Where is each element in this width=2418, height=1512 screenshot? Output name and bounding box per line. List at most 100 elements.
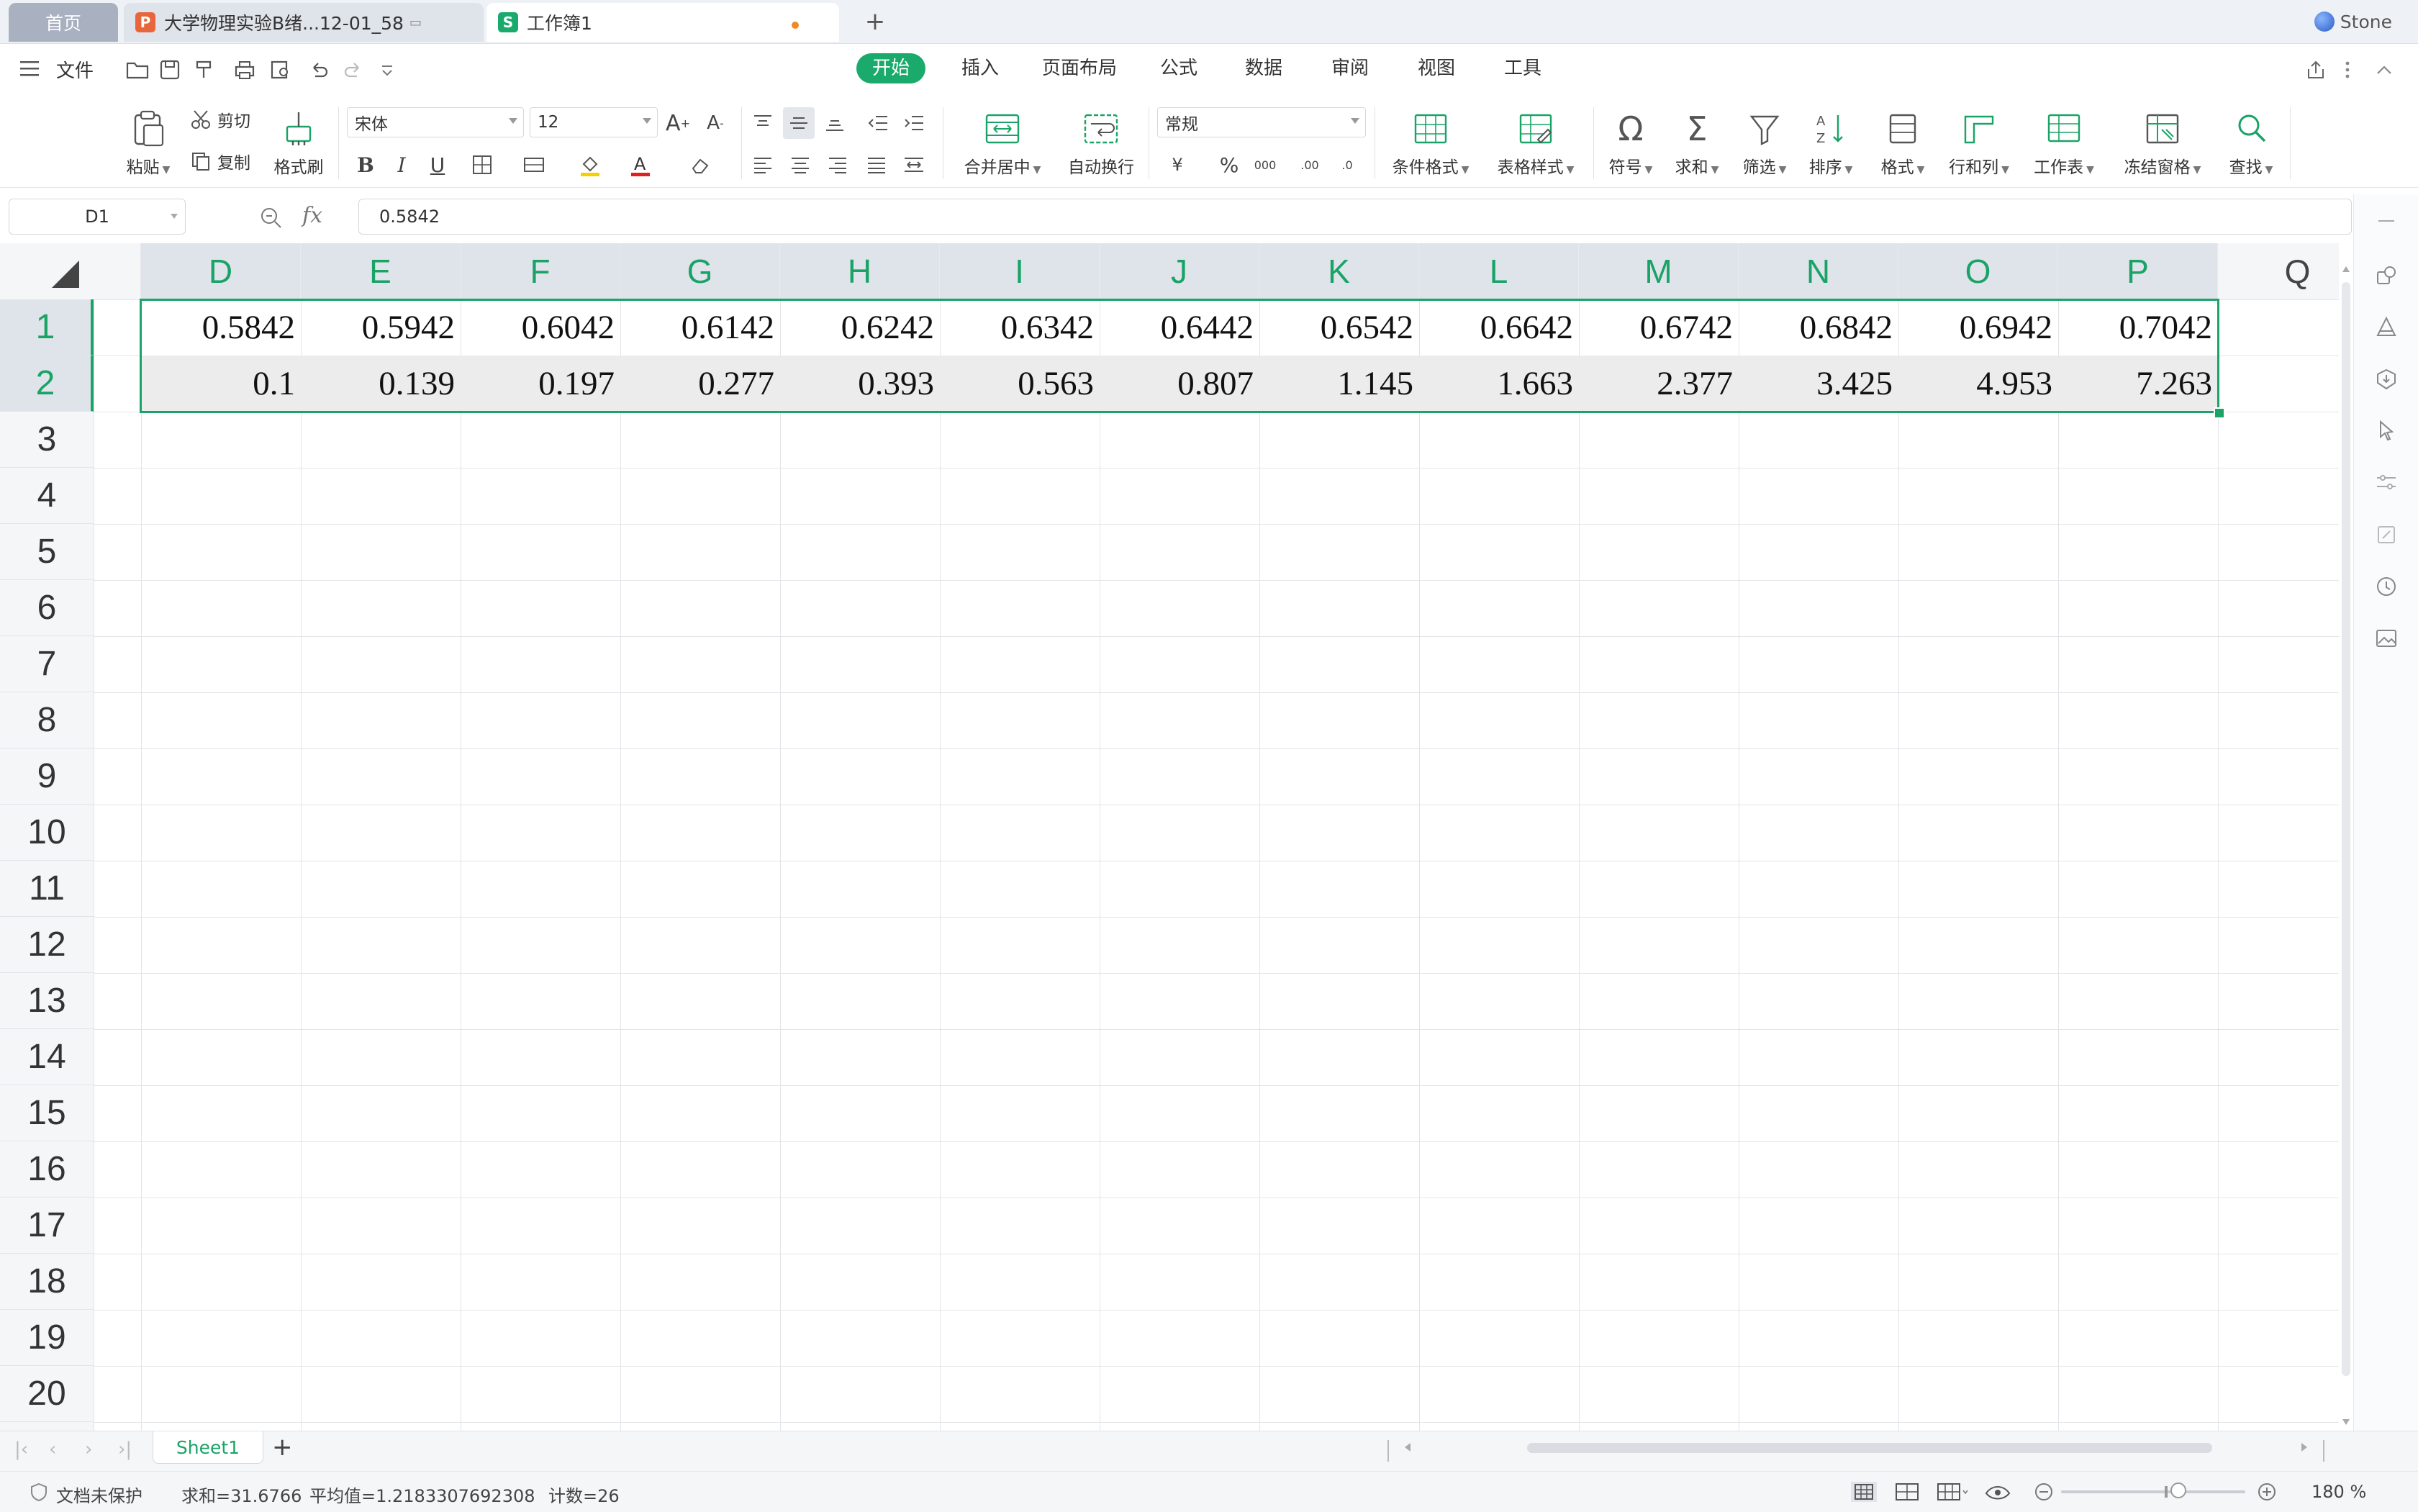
merge-center-button[interactable]: 合并居中 ▼ <box>957 107 1048 178</box>
zoom-out-icon[interactable] <box>2034 1482 2054 1502</box>
prev-sheet-icon[interactable]: ‹ <box>49 1439 56 1460</box>
ribbon-tab-home[interactable]: 开始 <box>856 53 926 83</box>
more-options-icon[interactable] <box>2340 59 2355 81</box>
row-header-7[interactable]: 7 <box>0 636 94 692</box>
decrease-indent-icon[interactable] <box>862 107 894 139</box>
distribute-icon[interactable] <box>898 149 930 181</box>
align-center-icon[interactable] <box>784 149 816 181</box>
row-header-9[interactable]: 9 <box>0 748 94 805</box>
fill-handle[interactable] <box>2214 407 2225 419</box>
zoom-level[interactable]: 180 % <box>2311 1482 2366 1502</box>
backup-icon[interactable] <box>2374 367 2399 391</box>
copy-button[interactable]: 复制 <box>190 149 250 173</box>
vertical-scrollbar[interactable] <box>2340 266 2352 1425</box>
user-account[interactable]: Stone <box>2314 6 2392 37</box>
add-sheet-button[interactable]: + <box>272 1433 293 1462</box>
ribbon-tab-insert[interactable]: 插入 <box>946 53 1015 83</box>
align-right-icon[interactable] <box>822 149 853 181</box>
row-header-11[interactable]: 11 <box>0 861 94 917</box>
column-header-k[interactable]: K <box>1259 243 1419 299</box>
zoom-in-icon[interactable] <box>2257 1482 2277 1502</box>
column-header-h[interactable]: H <box>780 243 940 299</box>
row-header-4[interactable]: 4 <box>0 468 94 524</box>
cut-button[interactable]: 剪切 <box>190 107 250 132</box>
next-sheet-icon[interactable]: › <box>85 1439 92 1460</box>
decrease-font-icon[interactable]: A- <box>699 107 731 139</box>
row-header-14[interactable]: 14 <box>0 1029 94 1085</box>
formula-input[interactable]: 0.5842 <box>358 199 2352 235</box>
row-header-15[interactable]: 15 <box>0 1085 94 1141</box>
column-header-j[interactable]: J <box>1100 243 1259 299</box>
align-left-icon[interactable] <box>747 149 779 181</box>
wrap-text-button[interactable]: 自动换行 <box>1064 107 1138 178</box>
conditional-format-button[interactable]: 条件格式 ▼ <box>1385 107 1477 178</box>
table-style-button[interactable]: 表格样式 ▼ <box>1490 107 1582 178</box>
zoom-slider[interactable] <box>2061 1482 2245 1498</box>
number-format-select[interactable]: 常规 <box>1157 107 1366 137</box>
tab-home[interactable]: 首页 <box>9 3 118 42</box>
row-header-17[interactable]: 17 <box>0 1198 94 1254</box>
column-header-n[interactable]: N <box>1739 243 1898 299</box>
page-layout-view-icon[interactable] <box>1894 1482 1920 1502</box>
fill-color-icon[interactable] <box>574 149 606 181</box>
percent-icon[interactable]: % <box>1213 149 1245 181</box>
rows-columns-button[interactable]: 行和列 ▼ <box>1943 107 2015 178</box>
last-sheet-icon[interactable]: ›| <box>118 1439 132 1460</box>
underline-icon[interactable]: U <box>422 149 453 181</box>
ribbon-tab-page-layout[interactable]: 页面布局 <box>1026 53 1133 83</box>
column-header-g[interactable]: G <box>620 243 780 299</box>
row-header-12[interactable]: 12 <box>0 917 94 973</box>
column-header-f[interactable]: F <box>461 243 620 299</box>
ribbon-tab-view[interactable]: 视图 <box>1402 53 1471 83</box>
first-sheet-icon[interactable]: |‹ <box>14 1439 28 1460</box>
tab-splitter[interactable] <box>1387 1440 1389 1462</box>
column-header-m[interactable]: M <box>1579 243 1739 299</box>
font-size-select[interactable]: 12 <box>530 107 658 137</box>
file-menu[interactable]: 文件 <box>56 56 94 83</box>
tab-workbook[interactable]: S 工作簿1 <box>486 3 839 42</box>
column-header-q[interactable]: Q <box>2218 243 2339 299</box>
cell-style-icon[interactable] <box>518 149 550 181</box>
page-break-view-icon[interactable] <box>1936 1482 1969 1502</box>
align-middle-icon[interactable] <box>783 107 815 139</box>
save-icon[interactable] <box>158 59 181 81</box>
style-icon[interactable] <box>2374 315 2399 340</box>
redo-icon[interactable] <box>343 59 364 81</box>
column-header-d[interactable]: D <box>141 243 301 299</box>
share-icon[interactable] <box>2304 59 2327 81</box>
customize-toolbar-icon[interactable] <box>379 59 396 81</box>
scroll-splitter[interactable] <box>2323 1440 2324 1462</box>
eye-protection-icon[interactable] <box>1983 1480 2012 1503</box>
column-header-e[interactable]: E <box>301 243 461 299</box>
column-header-i[interactable]: I <box>940 243 1100 299</box>
column-header-o[interactable]: O <box>1898 243 2058 299</box>
row-header-13[interactable]: 13 <box>0 973 94 1029</box>
row-header-3[interactable]: 3 <box>0 412 94 468</box>
increase-font-icon[interactable]: A + <box>662 107 694 139</box>
collapse-ribbon-icon[interactable] <box>2373 59 2395 81</box>
print-preview-icon[interactable] <box>269 59 292 81</box>
image-icon[interactable] <box>2374 626 2399 651</box>
row-header-2[interactable]: 2 <box>0 356 94 412</box>
ribbon-tab-data[interactable]: 数据 <box>1229 53 1298 83</box>
clear-format-icon[interactable] <box>685 149 717 181</box>
symbol-button[interactable]: Ω 符号 ▼ <box>1602 107 1659 178</box>
justify-icon[interactable] <box>861 149 892 181</box>
ribbon-tab-tools[interactable]: 工具 <box>1488 53 1557 83</box>
vertical-scroll-thumb[interactable] <box>2342 282 2350 1376</box>
print-icon[interactable] <box>233 59 256 81</box>
column-header-l[interactable]: L <box>1419 243 1579 299</box>
freeze-panes-button[interactable]: 冻结窗格 ▼ <box>2117 107 2208 178</box>
worksheet-button[interactable]: 工作表 ▼ <box>2028 107 2100 178</box>
sum-button[interactable]: Σ 求和 ▼ <box>1668 107 1726 178</box>
filter-button[interactable]: 筛选 ▼ <box>1736 107 1793 178</box>
currency-icon[interactable]: ¥ <box>1162 149 1193 181</box>
new-tab-button[interactable]: + <box>861 6 889 37</box>
row-header-20[interactable]: 20 <box>0 1366 94 1422</box>
increase-indent-icon[interactable] <box>898 107 930 139</box>
paste-button[interactable]: 粘贴 ▼ <box>119 107 177 178</box>
font-color-icon[interactable]: A <box>625 149 656 181</box>
zoom-slider-thumb[interactable] <box>2170 1482 2186 1498</box>
ribbon-tab-review[interactable]: 审阅 <box>1316 53 1385 83</box>
row-header-19[interactable]: 19 <box>0 1310 94 1366</box>
